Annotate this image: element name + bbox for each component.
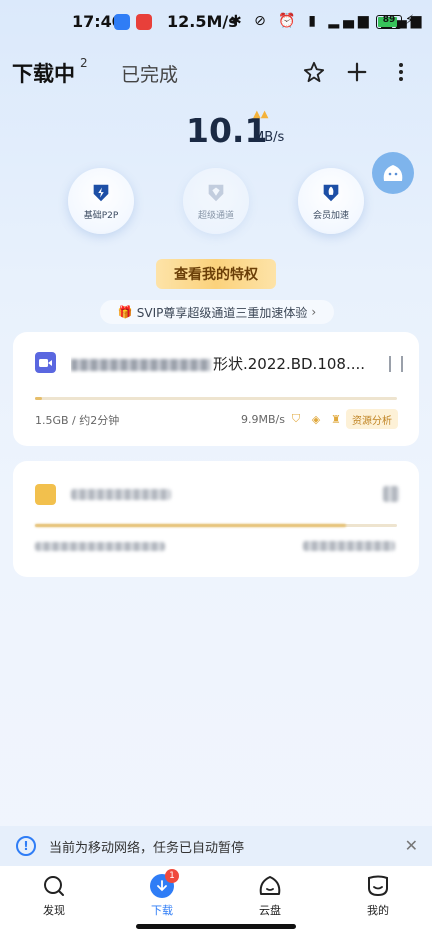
speed-tag-icon: ▲▲ bbox=[253, 109, 269, 120]
svip-promo-text: SVIP尊享超级通道三重加速体验 bbox=[136, 305, 308, 320]
battery-icon: 89 bbox=[376, 15, 402, 29]
diamond-small-icon: ◈ bbox=[311, 412, 321, 426]
download-task[interactable]: 形状.2022.BD.108.... 1.5GB / 约2分钟 9.9MB/s … bbox=[13, 332, 419, 446]
progress-bar bbox=[35, 397, 397, 400]
p2p-shield-icon bbox=[93, 184, 109, 201]
rocket-small-icon: ♜ bbox=[331, 412, 341, 426]
file-icon bbox=[35, 484, 56, 505]
profile-icon bbox=[368, 875, 388, 897]
view-privileges-button[interactable]: 查看我的特权 bbox=[156, 259, 276, 289]
discover-icon bbox=[44, 876, 64, 896]
feature-vip-speedup[interactable]: 会员加速 bbox=[298, 168, 364, 234]
tab-downloading[interactable]: 下载中 bbox=[12, 58, 75, 88]
add-icon[interactable] bbox=[343, 58, 371, 86]
feature-basic-p2p[interactable]: 基础P2P bbox=[68, 168, 134, 234]
nav-cloud[interactable]: 云盘 bbox=[240, 874, 300, 918]
task-name: 形状.2022.BD.108.... bbox=[71, 353, 371, 374]
p2p-small-icon: ⛉ bbox=[291, 412, 301, 425]
diamond-icon bbox=[208, 184, 224, 201]
download-task[interactable] bbox=[13, 461, 419, 577]
blurred-text bbox=[303, 541, 395, 551]
home-indicator[interactable] bbox=[136, 924, 296, 929]
svip-promo[interactable]: 🎁 SVIP尊享超级通道三重加速体验 › bbox=[100, 300, 334, 324]
download-badge: 1 bbox=[165, 869, 179, 883]
app-notification-icon bbox=[136, 14, 152, 30]
nav-me[interactable]: 我的 bbox=[348, 874, 408, 918]
rocket-icon bbox=[323, 184, 339, 201]
size-eta: 1.5GB / 约2分钟 bbox=[35, 414, 120, 427]
resource-analysis-button[interactable]: 资源分析 bbox=[346, 409, 398, 429]
downloading-count: 2 bbox=[80, 56, 88, 70]
status-bar: 17:40 12.5M/s ✱ ⊘ ⏰ ▮ ▂▄▆ ▂▄▆ 89 ⚡ bbox=[0, 0, 432, 44]
mobile-network-notice: ! 当前为移动网络，任务已自动暂停 ✕ bbox=[0, 826, 432, 866]
nav-discover[interactable]: 发现 bbox=[24, 874, 84, 918]
tab-completed[interactable]: 已完成 bbox=[121, 60, 178, 87]
cloud-icon bbox=[259, 876, 281, 895]
blurred-text bbox=[35, 542, 165, 551]
mascot-icon[interactable] bbox=[372, 152, 414, 194]
feature-super-channel[interactable]: 超级通道 bbox=[183, 168, 249, 234]
blurred-icon bbox=[383, 486, 399, 502]
app-notification-icon bbox=[114, 14, 130, 30]
nav-download[interactable]: 1 下载 bbox=[132, 869, 192, 918]
charging-icon: ⚡ bbox=[405, 13, 415, 28]
download-icon: 1 bbox=[150, 869, 179, 898]
close-icon[interactable]: ✕ bbox=[405, 836, 418, 855]
speed-unit: MB/s bbox=[253, 130, 285, 145]
info-icon: ! bbox=[16, 836, 36, 856]
task-speed: 9.9MB/s bbox=[241, 413, 285, 426]
video-file-icon bbox=[35, 352, 56, 373]
blurred-text bbox=[71, 489, 171, 500]
more-icon[interactable] bbox=[387, 58, 415, 86]
gift-icon: 🎁 bbox=[117, 305, 133, 319]
progress-bar bbox=[35, 524, 397, 527]
network-speed: 12.5M/s bbox=[167, 12, 238, 31]
clean-icon[interactable] bbox=[300, 58, 328, 86]
notice-text: 当前为移动网络，任务已自动暂停 bbox=[49, 840, 245, 856]
pause-button[interactable] bbox=[389, 356, 403, 372]
blurred-text bbox=[71, 358, 211, 371]
chevron-right-icon: › bbox=[311, 305, 317, 319]
